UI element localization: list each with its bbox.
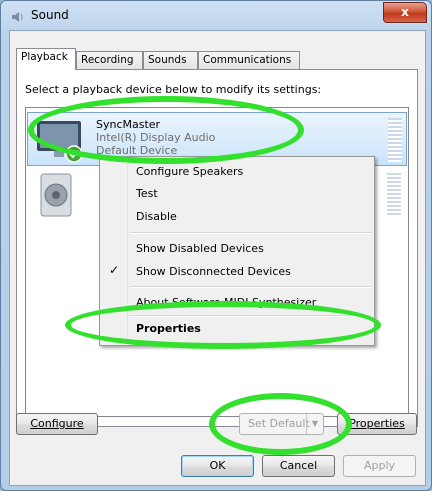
window-title: Sound — [31, 8, 69, 22]
ok-button[interactable]: OK — [181, 455, 254, 477]
context-menu: Configure Speakers Test Disable Show Dis… — [99, 156, 375, 346]
monitor-icon — [37, 121, 83, 163]
device-name: SyncMaster — [96, 118, 161, 131]
menu-gutter — [127, 159, 128, 343]
menu-item-show-disconnected[interactable]: Show Disconnected Devices — [136, 265, 291, 278]
volume-level-meter — [387, 173, 401, 217]
sound-dialog: Sound x Playback Recording Sounds Commun… — [0, 0, 432, 491]
menu-separator — [130, 315, 371, 317]
volume-level-meter — [388, 118, 402, 162]
apply-button[interactable]: Apply — [343, 455, 416, 477]
set-default-button[interactable]: Set Default ▼ — [239, 413, 324, 435]
cancel-button[interactable]: Cancel — [262, 455, 335, 477]
tab-recording[interactable]: Recording — [76, 51, 143, 69]
device-description: Intel(R) Display Audio — [96, 131, 216, 144]
set-default-label: Set Default — [248, 417, 310, 430]
dialog-client: Playback Recording Sounds Communications… — [9, 30, 426, 486]
instruction-text: Select a playback device below to modify… — [25, 83, 322, 96]
properties-label: Properties — [349, 417, 405, 430]
menu-item-about-midi[interactable]: About Software MIDI Synthesizer — [136, 296, 316, 309]
tab-playback[interactable]: Playback — [16, 48, 76, 70]
menu-item-properties[interactable]: Properties — [136, 322, 201, 335]
check-icon: ✓ — [109, 263, 120, 277]
speaker-icon — [12, 12, 23, 22]
configure-button[interactable]: Configure — [16, 413, 98, 435]
close-button[interactable]: x — [383, 2, 427, 23]
menu-item-show-disabled[interactable]: Show Disabled Devices — [136, 242, 264, 255]
properties-button[interactable]: Properties — [337, 413, 417, 435]
menu-separator — [130, 232, 371, 234]
speaker-icon — [40, 173, 72, 217]
configure-label: Configure — [30, 417, 84, 430]
menu-item-configure-speakers[interactable]: Configure Speakers — [136, 165, 243, 178]
tab-communications[interactable]: Communications — [198, 51, 300, 69]
menu-item-disable[interactable]: Disable — [136, 210, 177, 223]
menu-item-test[interactable]: Test — [136, 187, 158, 200]
menu-separator — [130, 286, 371, 288]
dropdown-arrow-icon[interactable]: ▼ — [306, 414, 323, 434]
tab-sounds[interactable]: Sounds — [143, 51, 198, 69]
